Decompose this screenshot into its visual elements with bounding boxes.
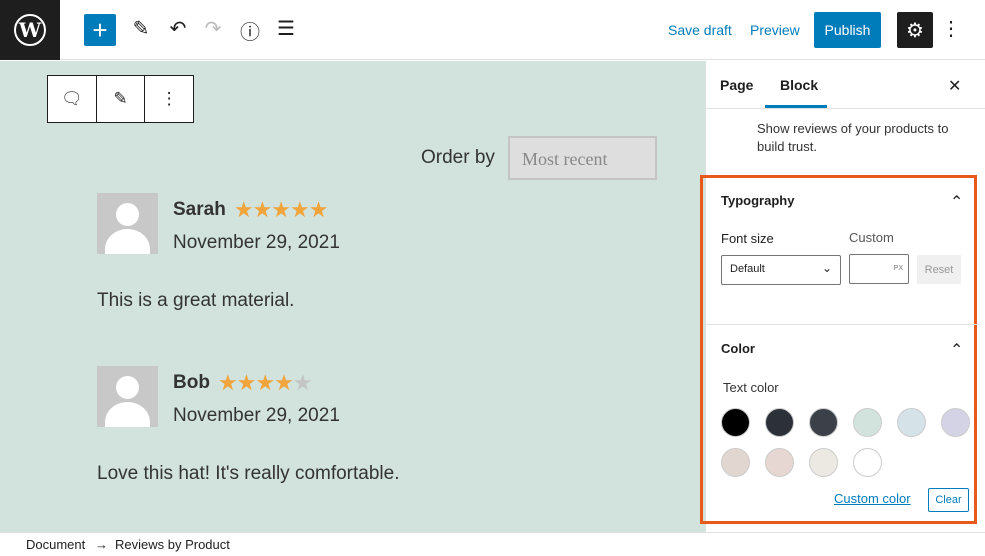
color-title[interactable]: Color (721, 341, 755, 356)
review-text: Love this hat! It's really comfortable. (97, 463, 400, 484)
order-by-select[interactable]: Most recent (508, 136, 657, 180)
tab-page[interactable]: Page (720, 77, 753, 93)
divider (705, 324, 977, 325)
color-swatch[interactable] (809, 408, 838, 437)
stars-filled: ★★★★★ (233, 197, 329, 222)
tab-block[interactable]: Block (780, 77, 818, 93)
reviewer-name: Bob (173, 372, 210, 393)
chevron-up-icon[interactable]: ⌃ (950, 340, 963, 360)
color-swatch[interactable] (853, 408, 882, 437)
comment-icon[interactable]: 🗨 (48, 76, 97, 122)
undo-icon[interactable]: ↶ (164, 16, 192, 41)
color-swatch[interactable] (721, 408, 750, 437)
more-icon[interactable]: ⋮ (145, 76, 193, 122)
reset-button[interactable]: Reset (917, 255, 961, 284)
typography-title[interactable]: Typography (721, 193, 794, 208)
stars-filled: ★★★★ (217, 370, 294, 395)
color-swatch[interactable] (941, 408, 970, 437)
add-block-button[interactable]: + (84, 14, 116, 46)
edit-icon[interactable]: ✎ (127, 16, 155, 41)
font-size-value: Default (730, 263, 765, 275)
color-swatch[interactable] (897, 408, 926, 437)
color-swatch[interactable] (721, 448, 750, 477)
clear-button[interactable]: Clear (928, 488, 969, 512)
stars-empty: ★ (292, 370, 313, 395)
color-swatch[interactable] (765, 448, 794, 477)
review-header: Sarah ★★★★★ (173, 197, 329, 223)
star-rating: ★★★★★ (217, 370, 313, 396)
chevron-down-icon: ⌄ (821, 261, 832, 275)
review-header: Bob ★★★★★ (173, 370, 313, 396)
custom-label: Custom (849, 230, 894, 245)
breadcrumb-reviews-by-product[interactable]: Reviews by Product (115, 537, 230, 552)
color-swatch[interactable] (765, 408, 794, 437)
wordpress-logo[interactable]: W (0, 0, 60, 60)
redo-icon[interactable]: ↷ (199, 16, 227, 41)
color-swatch[interactable] (853, 448, 882, 477)
star-rating: ★★★★★ (233, 197, 329, 223)
block-toolbar: 🗨 ✎ ⋮ (47, 75, 194, 123)
chevron-up-icon[interactable]: ⌃ (950, 192, 963, 212)
preview-button[interactable]: Preview (750, 22, 800, 38)
review-date: November 29, 2021 (173, 405, 340, 426)
publish-button[interactable]: Publish (814, 12, 881, 48)
review-text: This is a great material. (97, 290, 295, 311)
order-by-label: Order by (421, 147, 495, 168)
custom-color-link[interactable]: Custom color (834, 491, 911, 506)
info-icon[interactable]: ⓘ (236, 16, 264, 45)
color-swatch[interactable] (809, 448, 838, 477)
active-tab-indicator (765, 105, 827, 108)
block-description: Show reviews of your products to build t… (757, 121, 949, 154)
avatar (97, 366, 158, 427)
pen-icon[interactable]: ✎ (97, 76, 146, 122)
custom-size-input[interactable]: PX (849, 254, 909, 284)
text-color-label: Text color (723, 380, 779, 395)
reviewer-name: Sarah (173, 199, 226, 220)
font-size-select[interactable]: Default ⌄ (721, 255, 841, 285)
list-view-icon[interactable]: ☰ (272, 16, 300, 41)
save-draft-button[interactable]: Save draft (668, 22, 732, 38)
unit-label: PX (893, 265, 903, 272)
breadcrumb-separator: → (95, 537, 108, 552)
breadcrumb: Document → Reviews by Product (0, 532, 985, 556)
font-size-label: Font size (721, 231, 774, 246)
close-icon[interactable]: ✕ (948, 76, 961, 96)
more-options-icon[interactable]: ⋮ (937, 16, 965, 41)
settings-gear-icon[interactable]: ⚙ (897, 12, 933, 48)
review-date: November 29, 2021 (173, 232, 340, 253)
tabs-divider (705, 108, 985, 109)
avatar (97, 193, 158, 254)
breadcrumb-document[interactable]: Document (26, 537, 85, 552)
